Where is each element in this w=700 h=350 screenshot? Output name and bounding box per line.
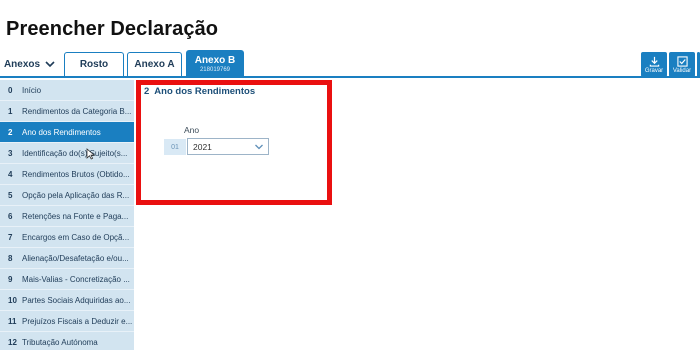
sidebar-item-number: 1 [8,106,13,116]
sidebar-item-number: 5 [8,190,13,200]
sidebar-item-label: Encargos em Caso de Opçã... [22,232,130,242]
sidebar-item-number: 0 [8,85,13,95]
tab-anexo-b-number: 218019769 [199,67,231,73]
tab-anexo-a-label: Anexo A [134,59,175,70]
validar-label: Validar [672,67,692,74]
sidebar-item-number: 6 [8,211,13,221]
sidebar-item-number: 7 [8,232,13,242]
sidebar-item[interactable]: 9 Mais-Valias - Concretização ... [0,269,134,290]
sidebar-item-label: Partes Sociais Adquiridas ao... [22,295,131,305]
tab-anexo-b[interactable]: Anexo B 218019769 [186,50,244,77]
sidebar: 0 Início 1 Rendimentos da Categoria B... 2 An… [0,80,134,350]
sidebar-item[interactable]: 8 Alienação/Desafetação e/ou... [0,248,134,269]
sidebar-item[interactable]: 6 Retenções na Fonte e Paga... [0,206,134,227]
download-icon [649,56,659,67]
tab-anexo-b-label: Anexo B [194,55,236,66]
sidebar-item-label: Identificação do(s) Sujeito(s... [22,148,128,158]
validar-button[interactable]: Validar [669,52,695,77]
sidebar-item-label: Início [22,85,42,95]
sidebar-item-label: Alienação/Desafetação e/ou... [22,253,129,263]
tab-bar-underline [0,76,700,78]
sidebar-item[interactable]: 10 Partes Sociais Adquiridas ao... [0,290,134,311]
tab-anexo-a[interactable]: Anexo A [127,52,182,76]
sidebar-item[interactable]: 12 Tributação Autónoma [0,332,134,350]
sidebar-item[interactable]: 1 Rendimentos da Categoria B... [0,101,134,122]
sidebar-item-number: 9 [8,274,13,284]
gravar-label: Gravar [644,67,664,74]
anexos-label: Anexos [3,58,41,70]
sidebar-item-label: Ano dos Rendimentos [22,127,101,137]
sidebar-item[interactable]: 3 Identificação do(s) Sujeito(s... [0,143,134,164]
sidebar-item-number: 12 [8,337,17,347]
mouse-pointer-icon [86,148,96,160]
sidebar-item[interactable]: 2 Ano dos Rendimentos [0,122,134,143]
sidebar-item-number: 10 [8,295,17,305]
sidebar-item-label: Retenções na Fonte e Paga... [22,211,129,221]
sidebar-item[interactable]: 5 Opção pela Aplicação das R... [0,185,134,206]
sidebar-item-label: Opção pela Aplicação das R... [22,190,130,200]
anexos-dropdown-button[interactable]: Anexos [0,52,60,76]
gravar-button[interactable]: Gravar [641,52,667,77]
chevron-down-icon [45,61,55,68]
sidebar-item-label: Prejuízos Fiscais a Deduzir e... [22,316,133,326]
sidebar-item-number: 2 [8,127,13,137]
check-icon [676,55,688,67]
tab-rosto-label: Rosto [79,59,109,70]
sidebar-item[interactable]: 4 Rendimentos Brutos (Obtido... [0,164,134,185]
sidebar-item[interactable]: 11 Prejuízos Fiscais a Deduzir e... [0,311,134,332]
sidebar-item[interactable]: 0 Início [0,80,134,101]
page-title: Preencher Declaração [6,18,219,40]
sidebar-item[interactable]: 7 Encargos em Caso de Opçã... [0,227,134,248]
sidebar-item-number: 4 [8,169,13,179]
sidebar-item-number: 3 [8,148,13,158]
tab-rosto[interactable]: Rosto [64,52,124,76]
highlight-box [136,80,332,205]
sidebar-item-number: 11 [8,316,17,326]
sidebar-item-label: Rendimentos Brutos (Obtido... [22,169,130,179]
sidebar-item-label: Tributação Autónoma [22,337,98,347]
sidebar-item-label: Rendimentos da Categoria B... [22,106,132,116]
sidebar-item-label: Mais-Valias - Concretização ... [22,274,130,284]
sidebar-item-number: 8 [8,253,13,263]
